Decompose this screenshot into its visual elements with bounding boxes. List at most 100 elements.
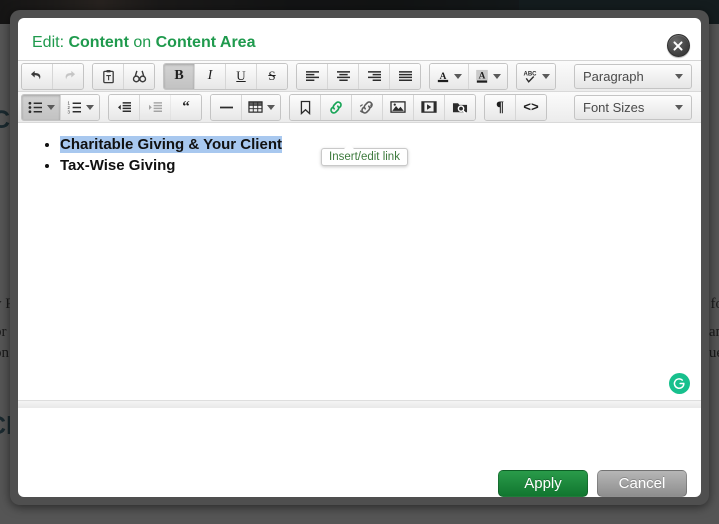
link-icon	[330, 100, 342, 114]
toolbar-group-links-media	[289, 93, 476, 121]
chevron-down-icon	[46, 104, 55, 110]
dialog-title-prefix: Edit:	[32, 34, 65, 51]
media-icon	[421, 101, 437, 113]
insert-image-button[interactable]	[383, 94, 414, 120]
strikethrough-icon: S	[268, 68, 276, 83]
paste-as-text-button[interactable]	[93, 63, 124, 89]
dialog-title-region: Content Area	[155, 34, 256, 51]
show-invisibles-button[interactable]: ¶	[485, 94, 516, 120]
find-replace-button[interactable]	[124, 63, 154, 89]
align-left-icon	[305, 70, 319, 81]
undo-icon	[30, 70, 40, 79]
table-icon	[247, 101, 263, 113]
file-browser-button[interactable]	[445, 94, 475, 120]
chevron-down-icon	[266, 104, 275, 110]
toolbar-group-alignment	[296, 62, 421, 90]
dialog-title-joiner: on	[133, 34, 152, 51]
grammarly-glyph	[673, 378, 685, 389]
bookmark-icon	[300, 100, 310, 115]
outdent-icon	[117, 101, 131, 112]
file-browser-icon	[452, 102, 468, 113]
spellcheck-icon: ABC	[524, 71, 538, 83]
edit-content-dialog: Edit: Content on Content Area B I U S A …	[18, 18, 701, 497]
align-center-button[interactable]	[328, 63, 359, 89]
toolbar-group-view: ¶ <>	[484, 93, 547, 121]
toolbar-group-lists: 1 2 3	[21, 93, 100, 121]
list-item-text: Charitable Giving & Your Client	[60, 136, 282, 153]
pilcrow-icon: ¶	[495, 98, 505, 115]
toolbar-group-history	[21, 62, 84, 90]
background-color-icon: A	[476, 69, 488, 83]
chevron-down-icon	[542, 73, 550, 79]
redo-button[interactable]	[53, 63, 83, 89]
redo-icon	[65, 70, 75, 79]
undo-button[interactable]	[22, 63, 53, 89]
rich-text-editor: B I U S A A ABC Paragraph 1 2 3 “ ¶ <> F…	[18, 60, 701, 469]
align-justify-button[interactable]	[390, 63, 420, 89]
italic-icon: I	[207, 68, 213, 83]
underline-icon: U	[236, 68, 246, 83]
background-color-button[interactable]: A	[469, 63, 507, 89]
page-root: Charitable Giving & Your Client Client y…	[0, 0, 719, 524]
source-code-button[interactable]: <>	[516, 94, 546, 120]
table-button[interactable]	[242, 94, 280, 120]
bullet-list-button[interactable]	[22, 94, 61, 120]
svg-text:A: A	[479, 71, 486, 81]
blockquote-button[interactable]: “	[171, 94, 201, 120]
underline-button[interactable]: U	[226, 63, 257, 89]
indent-icon	[148, 101, 162, 112]
svg-text:ABC: ABC	[524, 71, 538, 77]
bold-icon: B	[174, 68, 184, 83]
editor-toolbar-row-2: 1 2 3 “ ¶ <> Font Sizes	[18, 92, 701, 123]
align-center-icon	[336, 70, 350, 81]
align-right-button[interactable]	[359, 63, 390, 89]
chevron-down-icon	[675, 73, 683, 79]
anchor-button[interactable]	[290, 94, 321, 120]
paste-text-icon	[102, 69, 114, 83]
align-left-button[interactable]	[297, 63, 328, 89]
align-right-icon	[367, 70, 381, 81]
italic-button[interactable]: I	[195, 63, 226, 89]
unlink-icon	[359, 100, 373, 114]
blockquote-icon: “	[182, 98, 190, 115]
bold-button[interactable]: B	[164, 63, 195, 89]
numbered-list-button[interactable]: 1 2 3	[61, 94, 99, 120]
font-size-select[interactable]: Font Sizes	[574, 94, 692, 120]
toolbar-group-insert-block	[210, 93, 281, 121]
image-icon	[390, 101, 406, 113]
toolbar-group-text-format: B I U S	[163, 62, 288, 90]
close-icon[interactable]	[667, 34, 690, 57]
dialog-title-target: Content	[68, 34, 129, 51]
chevron-down-icon	[675, 104, 683, 110]
tooltip: Insert/edit link	[321, 144, 408, 166]
editor-toolbar-row-1: B I U S A A ABC Paragraph	[18, 61, 701, 92]
toolbar-group-indent: “	[108, 93, 202, 121]
font-size-value: Font Sizes	[583, 99, 645, 115]
text-color-icon: A	[437, 71, 449, 82]
chevron-down-icon	[493, 73, 501, 79]
editor-status-bar	[18, 400, 701, 408]
toolbar-group-clipboard	[92, 62, 155, 90]
toolbar-group-colors: A A	[429, 62, 508, 90]
cancel-button-label: Cancel	[618, 474, 666, 492]
insert-link-button[interactable]	[321, 94, 352, 120]
strikethrough-button[interactable]: S	[257, 63, 287, 89]
cancel-button[interactable]: Cancel	[597, 469, 687, 497]
align-justify-icon	[398, 70, 412, 81]
horizontal-rule-button[interactable]	[211, 94, 242, 120]
insert-media-button[interactable]	[414, 94, 445, 120]
find-replace-icon	[132, 70, 146, 82]
spellcheck-button[interactable]: ABC	[517, 63, 555, 89]
text-color-button[interactable]: A	[430, 63, 469, 89]
source-code-icon: <>	[523, 99, 539, 115]
indent-button[interactable]	[140, 94, 171, 120]
grammarly-icon[interactable]	[669, 373, 690, 394]
apply-button-label: Apply	[524, 474, 562, 492]
unlink-button[interactable]	[352, 94, 383, 120]
horizontal-rule-icon	[219, 106, 233, 108]
apply-button[interactable]: Apply	[498, 469, 588, 497]
tooltip-text: Insert/edit link	[329, 151, 400, 163]
dialog-title: Edit: Content on Content Area	[32, 34, 255, 52]
paragraph-format-select[interactable]: Paragraph	[574, 63, 692, 89]
outdent-button[interactable]	[109, 94, 140, 120]
